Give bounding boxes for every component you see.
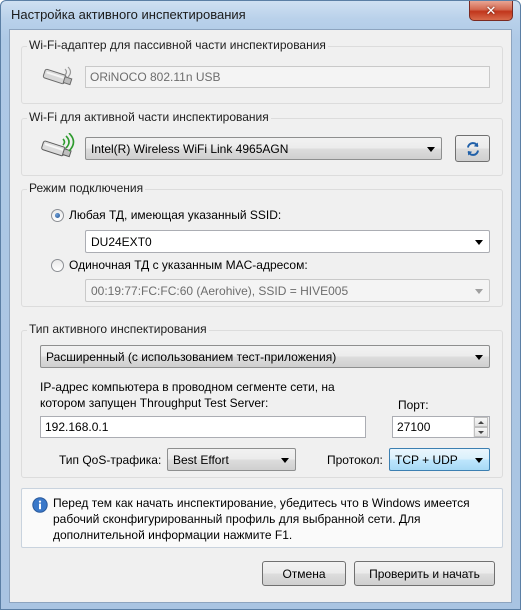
dialog-client-area: Wi-Fi-адаптер для пассивной части инспек… xyxy=(9,29,512,603)
protocol-value: TCP + UDP xyxy=(395,453,458,467)
radio-any-ap-label[interactable]: Любая ТД, имеющая указанный SSID: xyxy=(69,208,281,222)
info-icon xyxy=(32,497,48,513)
port-spinner[interactable] xyxy=(473,416,490,438)
title-bar[interactable]: Настройка активного инспектирования ✕ xyxy=(1,1,520,29)
info-panel: Перед тем как начать инспектирование, уб… xyxy=(21,488,503,548)
radio-single-ap-label[interactable]: Одиночная ТД с указанным MAC-адресом: xyxy=(69,258,308,272)
qos-label: Тип QoS-трафика: xyxy=(59,453,162,467)
chevron-down-icon xyxy=(475,355,483,360)
chevron-down-icon xyxy=(478,431,484,434)
usb-adapter-icon xyxy=(42,66,73,86)
active-adapter-value: Intel(R) Wireless WiFi Link 4965AGN xyxy=(91,142,289,156)
port-decrement-button[interactable] xyxy=(474,427,488,437)
chevron-down-icon xyxy=(281,458,289,463)
mac-select[interactable]: 00:19:77:FC:FC:60 (Aerohive), SSID = HIV… xyxy=(85,279,490,302)
inspection-type-select[interactable]: Расширенный (с использованием тест-прило… xyxy=(40,345,490,368)
chevron-up-icon xyxy=(478,421,484,424)
start-button[interactable]: Проверить и начать xyxy=(354,561,495,586)
radio-single-ap-mac[interactable] xyxy=(51,259,64,272)
connection-group-title: Режим подключения xyxy=(27,181,146,195)
chevron-down-icon xyxy=(475,240,483,245)
info-text: Перед тем как начать инспектирование, уб… xyxy=(53,496,470,542)
ssid-select[interactable]: DU24EXT0 xyxy=(85,230,490,253)
refresh-icon xyxy=(466,141,479,156)
ip-address-input[interactable]: 192.168.0.1 xyxy=(40,416,366,438)
active-group-title: Wi-Fi для активной части инспектирования xyxy=(27,110,271,124)
start-button-label: Проверить и начать xyxy=(369,566,480,581)
refresh-button[interactable] xyxy=(455,135,490,162)
port-input[interactable]: 27100 xyxy=(392,416,474,438)
connection-mode-group: Режим подключения Любая ТД, имеющая указ… xyxy=(21,181,503,307)
chevron-down-icon xyxy=(427,147,435,152)
active-adapter-select[interactable]: Intel(R) Wireless WiFi Link 4965AGN xyxy=(85,137,442,160)
passive-group-title: Wi-Fi-адаптер для пассивной части инспек… xyxy=(27,38,328,52)
inspection-type-group: Тип активного инспектирования Расширенны… xyxy=(21,322,503,478)
protocol-label: Протокол: xyxy=(327,453,383,467)
qos-select[interactable]: Best Effort xyxy=(167,448,296,471)
close-button[interactable]: ✕ xyxy=(469,1,513,21)
mac-value: 00:19:77:FC:FC:60 (Aerohive), SSID = HIV… xyxy=(91,284,349,298)
ssid-value: DU24EXT0 xyxy=(91,235,152,249)
dialog-window: Настройка активного инспектирования ✕ Wi… xyxy=(0,0,521,610)
close-icon: ✕ xyxy=(485,2,497,18)
window-title: Настройка активного инспектирования xyxy=(11,7,246,22)
port-label: Порт: xyxy=(398,398,429,412)
chevron-down-icon xyxy=(475,289,483,294)
active-adapter-group: Wi-Fi для активной части инспектирования… xyxy=(21,110,503,176)
wireless-adapter-icon xyxy=(41,133,75,158)
chevron-down-icon xyxy=(475,458,483,463)
ip-label-line2: котором запущен Throughput Test Server: xyxy=(40,396,269,410)
cancel-button-label: Отмена xyxy=(282,566,326,581)
cancel-button[interactable]: Отмена xyxy=(262,561,346,586)
port-increment-button[interactable] xyxy=(474,417,488,427)
radio-selected-dot xyxy=(55,213,60,218)
inspection-group-title: Тип активного инспектирования xyxy=(27,322,209,336)
protocol-select[interactable]: TCP + UDP xyxy=(389,448,490,471)
radio-any-ap-ssid[interactable] xyxy=(51,209,64,222)
inspection-type-value: Расширенный (с использованием тест-прило… xyxy=(46,350,337,364)
passive-adapter-field[interactable]: ORiNOCO 802.11n USB xyxy=(85,66,490,88)
passive-adapter-group: Wi-Fi-адаптер для пассивной части инспек… xyxy=(21,38,503,104)
qos-value: Best Effort xyxy=(173,453,229,467)
ip-label-line1: IP-адрес компьютера в проводном сегменте… xyxy=(40,380,335,394)
